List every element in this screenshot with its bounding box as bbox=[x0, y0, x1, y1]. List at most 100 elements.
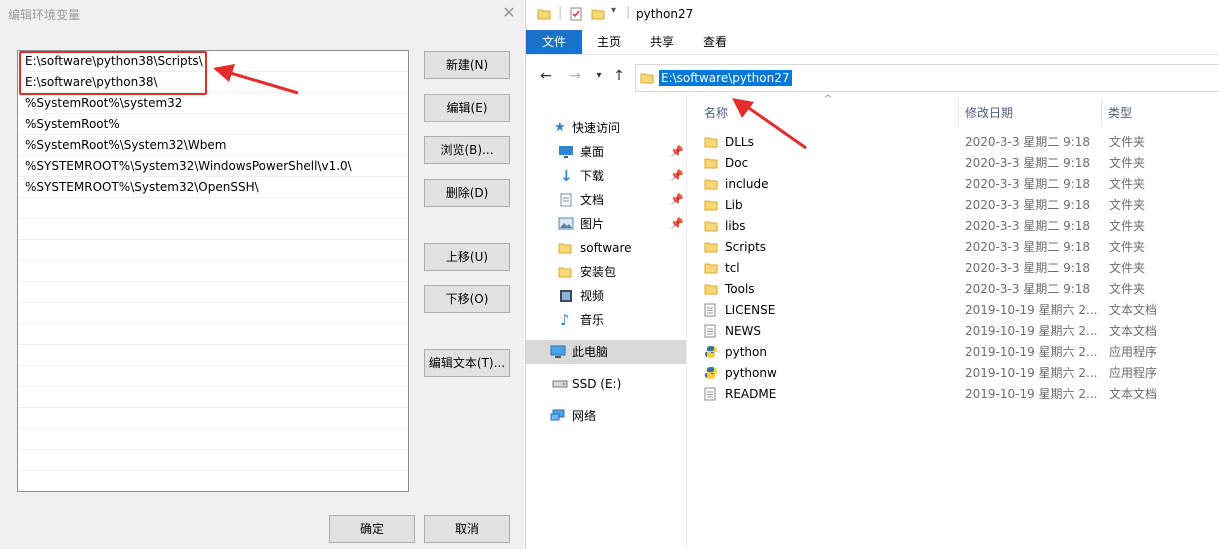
nav-item-this-pc[interactable]: 此电脑 bbox=[526, 340, 686, 364]
nav-item-downloads[interactable]: ↓ 下载 📌 bbox=[526, 164, 686, 188]
separator-icon: | bbox=[626, 5, 631, 20]
move-up-button[interactable]: 上移(U) bbox=[424, 243, 510, 271]
up-arrow-icon[interactable]: ↑ bbox=[610, 68, 628, 84]
file-date: 2019-10-19 星期六 2... bbox=[965, 303, 1098, 317]
move-down-button[interactable]: 下移(O) bbox=[424, 285, 510, 313]
tab-share[interactable]: 共享 bbox=[639, 30, 685, 54]
column-divider[interactable] bbox=[958, 100, 959, 126]
properties-icon[interactable] bbox=[569, 7, 583, 21]
file-row[interactable]: python 2019-10-19 星期六 2... 应用程序 bbox=[696, 342, 1219, 363]
nav-item-label: 安装包 bbox=[580, 265, 617, 279]
pin-icon[interactable]: 📌 bbox=[670, 212, 684, 236]
forward-arrow-icon[interactable]: → bbox=[566, 68, 584, 84]
back-arrow-icon[interactable]: ← bbox=[537, 68, 555, 84]
folder-icon bbox=[704, 137, 718, 148]
pin-icon[interactable]: 📌 bbox=[670, 140, 684, 164]
tab-view[interactable]: 查看 bbox=[692, 30, 738, 54]
column-header-type[interactable]: 类型 bbox=[1108, 100, 1132, 126]
empty-row: . bbox=[18, 198, 408, 219]
pin-icon[interactable]: 📌 bbox=[670, 188, 684, 212]
file-type: 文件夹 bbox=[1109, 198, 1146, 212]
file-name: Lib bbox=[725, 198, 743, 212]
new-button[interactable]: 新建(N) bbox=[424, 51, 510, 79]
nav-item-network[interactable]: 网络 bbox=[526, 404, 686, 428]
delete-button[interactable]: 删除(D) bbox=[424, 179, 510, 207]
folder-icon bbox=[537, 9, 551, 20]
quick-access-toolbar: | ▾ | python27 bbox=[526, 0, 1219, 30]
path-row[interactable]: E:\software\python38\ bbox=[18, 72, 408, 93]
nav-item-quick-access[interactable]: ★ 快速访问 bbox=[526, 116, 686, 140]
separator-icon: | bbox=[558, 5, 563, 20]
path-row[interactable]: %SYSTEMROOT%\System32\WindowsPowerShell\… bbox=[18, 156, 408, 177]
file-date: 2019-10-19 星期六 2... bbox=[965, 366, 1098, 380]
path-row[interactable]: %SYSTEMROOT%\System32\OpenSSH\ bbox=[18, 177, 408, 198]
new-folder-icon[interactable] bbox=[591, 7, 605, 21]
nav-item-videos[interactable]: 视频 bbox=[526, 284, 686, 308]
file-row[interactable]: LICENSE 2019-10-19 星期六 2... 文本文档 bbox=[696, 300, 1219, 321]
nav-item-desktop[interactable]: 桌面 📌 bbox=[526, 140, 686, 164]
column-header-name[interactable]: 名称 bbox=[704, 100, 728, 126]
nav-item-ssd-e[interactable]: SSD (E:) bbox=[526, 372, 686, 396]
download-icon: ↓ bbox=[560, 167, 573, 185]
nav-item-label: 下载 bbox=[580, 169, 605, 183]
path-list[interactable]: E:\software\python38\Scripts\ E:\softwar… bbox=[17, 50, 409, 492]
music-icon: ♪ bbox=[560, 311, 570, 329]
pin-icon[interactable]: 📌 bbox=[670, 164, 684, 188]
file-row[interactable]: include 2020-3-3 星期二 9:18 文件夹 bbox=[696, 174, 1219, 195]
column-header-modified[interactable]: 修改日期 bbox=[965, 100, 1013, 126]
folder-icon bbox=[704, 221, 718, 232]
path-row[interactable]: %SystemRoot%\System32\Wbem bbox=[18, 135, 408, 156]
pc-icon bbox=[550, 345, 566, 358]
empty-row: . bbox=[18, 303, 408, 324]
python-icon bbox=[705, 346, 717, 358]
file-date: 2020-3-3 星期二 9:18 bbox=[965, 177, 1091, 191]
file-row[interactable]: Lib 2020-3-3 星期二 9:18 文件夹 bbox=[696, 195, 1219, 216]
path-row[interactable]: E:\software\python38\Scripts\ bbox=[18, 51, 408, 72]
tab-file[interactable]: 文件 bbox=[526, 30, 582, 54]
file-row[interactable]: DLLs 2020-3-3 星期二 9:18 文件夹 bbox=[696, 132, 1219, 153]
tab-home[interactable]: 主页 bbox=[586, 30, 632, 54]
nav-item-label: 图片 bbox=[580, 217, 605, 231]
edit-button[interactable]: 编辑(E) bbox=[424, 94, 510, 122]
path-row[interactable]: %SystemRoot%\system32 bbox=[18, 93, 408, 114]
nav-item-documents[interactable]: 文档 📌 bbox=[526, 188, 686, 212]
cancel-button[interactable]: 取消 bbox=[424, 515, 510, 543]
edit-text-button[interactable]: 编辑文本(T)... bbox=[424, 349, 510, 377]
picture-icon bbox=[558, 217, 574, 230]
close-icon[interactable]: ✕ bbox=[498, 2, 520, 24]
pane-splitter[interactable] bbox=[686, 96, 687, 549]
recent-dropdown-icon[interactable]: ▾ bbox=[590, 70, 608, 81]
browse-button[interactable]: 浏览(B)... bbox=[424, 136, 510, 164]
nav-item-pictures[interactable]: 图片 📌 bbox=[526, 212, 686, 236]
file-name: include bbox=[725, 177, 769, 191]
path-row[interactable]: %SystemRoot% bbox=[18, 114, 408, 135]
customize-toolbar-icon[interactable]: ▾ bbox=[611, 5, 616, 16]
folder-icon bbox=[704, 242, 718, 253]
file-row[interactable]: pythonw 2019-10-19 星期六 2... 应用程序 bbox=[696, 363, 1219, 384]
file-row[interactable]: Scripts 2020-3-3 星期二 9:18 文件夹 bbox=[696, 237, 1219, 258]
folder-icon bbox=[704, 284, 718, 295]
nav-item-installers[interactable]: 安装包 bbox=[526, 260, 686, 284]
file-row[interactable]: tcl 2020-3-3 星期二 9:18 文件夹 bbox=[696, 258, 1219, 279]
python-icon bbox=[705, 367, 717, 379]
file-row[interactable]: Tools 2020-3-3 星期二 9:18 文件夹 bbox=[696, 279, 1219, 300]
file-row[interactable]: README 2019-10-19 星期六 2... 文本文档 bbox=[696, 384, 1219, 405]
ok-button[interactable]: 确定 bbox=[329, 515, 415, 543]
nav-item-music[interactable]: ♪ 音乐 bbox=[526, 308, 686, 332]
nav-item-software[interactable]: software bbox=[526, 236, 686, 260]
address-bar[interactable]: E:\software\python27 bbox=[635, 64, 1219, 92]
file-row[interactable]: NEWS 2019-10-19 星期六 2... 文本文档 bbox=[696, 321, 1219, 342]
nav-item-label: 此电脑 bbox=[572, 345, 609, 359]
empty-row: . bbox=[18, 471, 408, 491]
file-explorer-window: | ▾ | python27 文件 主页 共享 查看 ← → ▾ ↑ E:\so… bbox=[525, 0, 1219, 549]
empty-row: . bbox=[18, 261, 408, 282]
file-row[interactable]: libs 2020-3-3 星期二 9:18 文件夹 bbox=[696, 216, 1219, 237]
file-row[interactable]: Doc 2020-3-3 星期二 9:18 文件夹 bbox=[696, 153, 1219, 174]
folder-icon bbox=[704, 200, 718, 211]
column-divider[interactable] bbox=[1101, 100, 1102, 126]
document-icon bbox=[560, 193, 572, 207]
file-date: 2020-3-3 星期二 9:18 bbox=[965, 219, 1091, 233]
file-name: NEWS bbox=[725, 324, 762, 338]
address-text[interactable]: E:\software\python27 bbox=[659, 70, 792, 86]
file-type: 文本文档 bbox=[1109, 387, 1158, 401]
